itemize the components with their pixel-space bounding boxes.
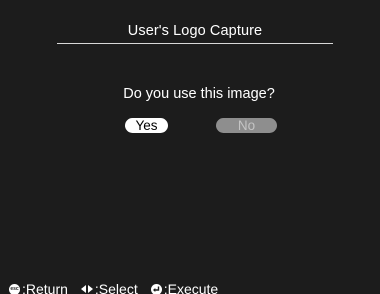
select-hint: :Select — [80, 281, 138, 294]
execute-hint-label: :Execute — [163, 281, 219, 294]
confirm-question: Do you use this image? — [123, 86, 275, 102]
left-right-arrows-icon — [80, 284, 93, 294]
enter-key-icon — [150, 283, 162, 294]
dialog-title: User's Logo Capture — [127, 23, 263, 39]
select-hint-label: :Select — [94, 281, 138, 294]
return-hint: esc :Return — [9, 281, 68, 294]
title-divider — [57, 43, 333, 44]
key-hints-footer: esc :Return :Select :Execute — [9, 279, 231, 294]
yes-button[interactable]: Yes — [125, 118, 168, 133]
execute-hint: :Execute — [150, 281, 219, 294]
return-hint-label: :Return — [22, 281, 68, 294]
esc-key-icon: esc — [9, 283, 20, 294]
no-button[interactable]: No — [216, 118, 277, 133]
logo-capture-screen: User's Logo Capture Do you use this imag… — [0, 0, 380, 294]
